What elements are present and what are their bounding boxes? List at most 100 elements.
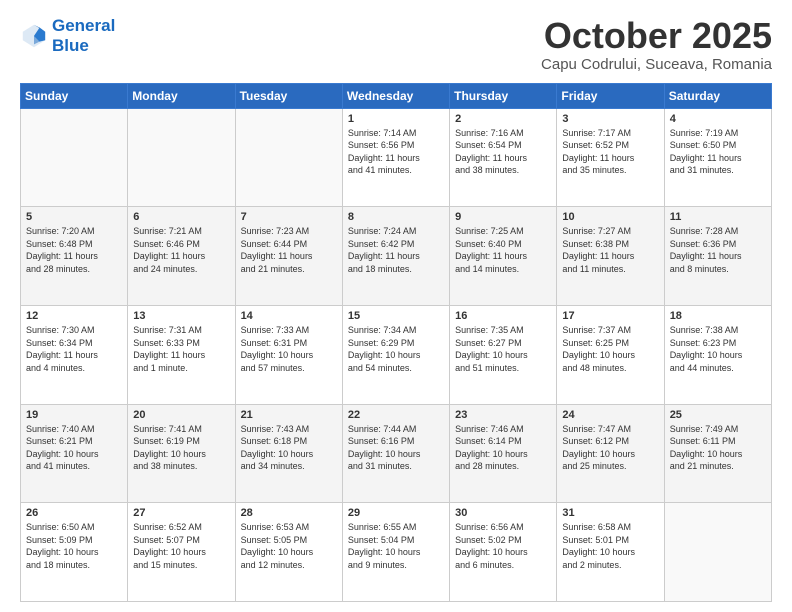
- day-number: 24: [562, 409, 658, 421]
- calendar-day-6: 6 Sunrise: 7:21 AM Sunset: 6:46 PM Daylig…: [128, 207, 235, 306]
- day-info: Sunrise: 6:53 AM Sunset: 5:05 PM Dayligh…: [241, 521, 337, 571]
- day-info: Sunrise: 7:14 AM Sunset: 6:56 PM Dayligh…: [348, 127, 444, 177]
- calendar-day-22: 22 Sunrise: 7:44 AM Sunset: 6:16 PM Dayli…: [342, 404, 449, 503]
- day-info: Sunrise: 7:40 AM Sunset: 6:21 PM Dayligh…: [26, 423, 122, 473]
- day-number: 22: [348, 409, 444, 421]
- logo: General Blue: [20, 16, 115, 55]
- calendar-week-row: 26 Sunrise: 6:50 AM Sunset: 5:09 PM Dayli…: [21, 503, 772, 602]
- day-info: Sunrise: 7:33 AM Sunset: 6:31 PM Dayligh…: [241, 324, 337, 374]
- calendar-week-row: 19 Sunrise: 7:40 AM Sunset: 6:21 PM Dayli…: [21, 404, 772, 503]
- day-info: Sunrise: 6:55 AM Sunset: 5:04 PM Dayligh…: [348, 521, 444, 571]
- day-number: 9: [455, 211, 551, 223]
- calendar-day-empty: [128, 108, 235, 207]
- day-info: Sunrise: 6:52 AM Sunset: 5:07 PM Dayligh…: [133, 521, 229, 571]
- day-info: Sunrise: 7:44 AM Sunset: 6:16 PM Dayligh…: [348, 423, 444, 473]
- logo-blue: Blue: [52, 36, 115, 56]
- day-info: Sunrise: 7:28 AM Sunset: 6:36 PM Dayligh…: [670, 225, 766, 275]
- day-number: 2: [455, 113, 551, 125]
- day-number: 3: [562, 113, 658, 125]
- day-info: Sunrise: 7:49 AM Sunset: 6:11 PM Dayligh…: [670, 423, 766, 473]
- day-info: Sunrise: 7:43 AM Sunset: 6:18 PM Dayligh…: [241, 423, 337, 473]
- logo-text: General Blue: [52, 16, 115, 55]
- day-number: 13: [133, 310, 229, 322]
- day-number: 18: [670, 310, 766, 322]
- calendar-table: SundayMondayTuesdayWednesdayThursdayFrid…: [20, 83, 772, 602]
- calendar-day-17: 17 Sunrise: 7:37 AM Sunset: 6:25 PM Dayli…: [557, 305, 664, 404]
- calendar-day-2: 2Sunrise: 7:16 AM Sunset: 6:54 PM Daylig…: [450, 108, 557, 207]
- day-info: Sunrise: 7:23 AM Sunset: 6:44 PM Dayligh…: [241, 225, 337, 275]
- day-info: Sunrise: 6:50 AM Sunset: 5:09 PM Dayligh…: [26, 521, 122, 571]
- calendar-day-16: 16Sunrise: 7:35 AM Sunset: 6:27 PM Dayli…: [450, 305, 557, 404]
- day-number: 23: [455, 409, 551, 421]
- location-label: Capu Codrului, Suceava, Romania: [541, 56, 772, 73]
- calendar-day-empty: [664, 503, 771, 602]
- calendar-day-10: 10 Sunrise: 7:27 AM Sunset: 6:38 PM Dayli…: [557, 207, 664, 306]
- calendar-day-26: 26 Sunrise: 6:50 AM Sunset: 5:09 PM Dayli…: [21, 503, 128, 602]
- calendar-day-3: 3 Sunrise: 7:17 AM Sunset: 6:52 PM Daylig…: [557, 108, 664, 207]
- calendar-day-1: 1 Sunrise: 7:14 AM Sunset: 6:56 PM Daylig…: [342, 108, 449, 207]
- day-info: Sunrise: 7:38 AM Sunset: 6:23 PM Dayligh…: [670, 324, 766, 374]
- title-block: October 2025 Capu Codrului, Suceava, Rom…: [541, 16, 772, 73]
- day-number: 12: [26, 310, 122, 322]
- calendar-day-15: 15 Sunrise: 7:34 AM Sunset: 6:29 PM Dayli…: [342, 305, 449, 404]
- calendar-day-21: 21 Sunrise: 7:43 AM Sunset: 6:18 PM Dayli…: [235, 404, 342, 503]
- day-info: Sunrise: 6:58 AM Sunset: 5:01 PM Dayligh…: [562, 521, 658, 571]
- day-info: Sunrise: 7:20 AM Sunset: 6:48 PM Dayligh…: [26, 225, 122, 275]
- calendar-day-30: 30Sunrise: 6:56 AM Sunset: 5:02 PM Dayli…: [450, 503, 557, 602]
- day-number: 10: [562, 211, 658, 223]
- calendar-day-28: 28Sunrise: 6:53 AM Sunset: 5:05 PM Dayli…: [235, 503, 342, 602]
- day-info: Sunrise: 7:34 AM Sunset: 6:29 PM Dayligh…: [348, 324, 444, 374]
- day-number: 6: [133, 211, 229, 223]
- day-number: 15: [348, 310, 444, 322]
- day-number: 19: [26, 409, 122, 421]
- calendar-day-13: 13 Sunrise: 7:31 AM Sunset: 6:33 PM Dayli…: [128, 305, 235, 404]
- day-number: 8: [348, 211, 444, 223]
- calendar-day-29: 29 Sunrise: 6:55 AM Sunset: 5:04 PM Dayli…: [342, 503, 449, 602]
- calendar-week-row: 12 Sunrise: 7:30 AM Sunset: 6:34 PM Dayli…: [21, 305, 772, 404]
- day-info: Sunrise: 7:25 AM Sunset: 6:40 PM Dayligh…: [455, 225, 551, 275]
- day-info: Sunrise: 7:24 AM Sunset: 6:42 PM Dayligh…: [348, 225, 444, 275]
- day-number: 20: [133, 409, 229, 421]
- day-info: Sunrise: 6:56 AM Sunset: 5:02 PM Dayligh…: [455, 521, 551, 571]
- day-info: Sunrise: 7:17 AM Sunset: 6:52 PM Dayligh…: [562, 127, 658, 177]
- day-number: 4: [670, 113, 766, 125]
- day-info: Sunrise: 7:21 AM Sunset: 6:46 PM Dayligh…: [133, 225, 229, 275]
- page-header: General Blue October 2025 Capu Codrului,…: [20, 16, 772, 73]
- day-number: 5: [26, 211, 122, 223]
- calendar-day-11: 11Sunrise: 7:28 AM Sunset: 6:36 PM Dayli…: [664, 207, 771, 306]
- calendar-week-row: 5 Sunrise: 7:20 AM Sunset: 6:48 PM Daylig…: [21, 207, 772, 306]
- calendar-day-19: 19 Sunrise: 7:40 AM Sunset: 6:21 PM Dayli…: [21, 404, 128, 503]
- day-info: Sunrise: 7:47 AM Sunset: 6:12 PM Dayligh…: [562, 423, 658, 473]
- weekday-header-thursday: Thursday: [450, 83, 557, 108]
- day-number: 27: [133, 507, 229, 519]
- day-info: Sunrise: 7:30 AM Sunset: 6:34 PM Dayligh…: [26, 324, 122, 374]
- calendar-day-14: 14 Sunrise: 7:33 AM Sunset: 6:31 PM Dayli…: [235, 305, 342, 404]
- calendar-week-row: 1 Sunrise: 7:14 AM Sunset: 6:56 PM Daylig…: [21, 108, 772, 207]
- day-number: 21: [241, 409, 337, 421]
- day-number: 16: [455, 310, 551, 322]
- calendar-day-9: 9 Sunrise: 7:25 AM Sunset: 6:40 PM Daylig…: [450, 207, 557, 306]
- calendar-day-31: 31 Sunrise: 6:58 AM Sunset: 5:01 PM Dayli…: [557, 503, 664, 602]
- day-info: Sunrise: 7:37 AM Sunset: 6:25 PM Dayligh…: [562, 324, 658, 374]
- day-number: 14: [241, 310, 337, 322]
- calendar-day-5: 5 Sunrise: 7:20 AM Sunset: 6:48 PM Daylig…: [21, 207, 128, 306]
- day-info: Sunrise: 7:27 AM Sunset: 6:38 PM Dayligh…: [562, 225, 658, 275]
- day-number: 26: [26, 507, 122, 519]
- calendar-day-7: 7Sunrise: 7:23 AM Sunset: 6:44 PM Daylig…: [235, 207, 342, 306]
- weekday-header-wednesday: Wednesday: [342, 83, 449, 108]
- month-title: October 2025: [541, 16, 772, 56]
- weekday-header-row: SundayMondayTuesdayWednesdayThursdayFrid…: [21, 83, 772, 108]
- calendar-day-24: 24 Sunrise: 7:47 AM Sunset: 6:12 PM Dayli…: [557, 404, 664, 503]
- day-number: 17: [562, 310, 658, 322]
- calendar-day-27: 27 Sunrise: 6:52 AM Sunset: 5:07 PM Dayli…: [128, 503, 235, 602]
- day-number: 29: [348, 507, 444, 519]
- day-number: 31: [562, 507, 658, 519]
- day-number: 1: [348, 113, 444, 125]
- calendar-day-18: 18 Sunrise: 7:38 AM Sunset: 6:23 PM Dayli…: [664, 305, 771, 404]
- calendar-page: General Blue October 2025 Capu Codrului,…: [0, 0, 792, 612]
- day-info: Sunrise: 7:46 AM Sunset: 6:14 PM Dayligh…: [455, 423, 551, 473]
- day-info: Sunrise: 7:31 AM Sunset: 6:33 PM Dayligh…: [133, 324, 229, 374]
- calendar-day-25: 25Sunrise: 7:49 AM Sunset: 6:11 PM Dayli…: [664, 404, 771, 503]
- calendar-day-empty: [21, 108, 128, 207]
- day-info: Sunrise: 7:19 AM Sunset: 6:50 PM Dayligh…: [670, 127, 766, 177]
